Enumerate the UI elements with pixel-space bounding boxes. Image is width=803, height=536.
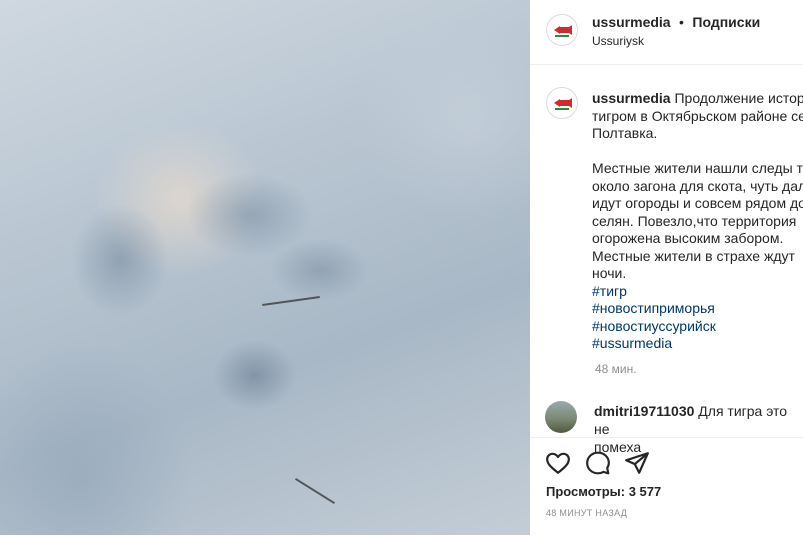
view-count: Просмотры: 3 577 [546,484,662,499]
follow-button[interactable]: Подписки [692,14,760,30]
posted-timestamp[interactable]: 48 МИНУТ НАЗАД [546,508,627,518]
caption-line: около загона для скота, чуть дал [592,177,803,194]
caption-line: селян. Повезло,что территория [592,212,797,229]
caption-line: Полтавка. [592,125,658,141]
caption-timestamp[interactable]: 48 мин. [595,362,637,376]
comment-avatar[interactable] [545,401,577,433]
caption-text: Продолжение истори [674,90,803,106]
post-photo[interactable] [0,0,530,535]
twig [294,477,336,505]
caption-line: ночи. [592,265,627,281]
hashtag-link[interactable]: #новостиприморья [592,300,803,318]
hashtag-link[interactable]: #новостиуссурийск [592,318,803,336]
caption-line: идут огороды и совсем рядом до [592,195,803,211]
caption-line: ussurmedia Продолжение истори [592,90,803,108]
share-button[interactable] [624,450,650,476]
comment-username[interactable]: dmitri19711030 [594,403,694,419]
post-header: ussurmedia • Подписки Ussuriysk [530,0,803,65]
twig [262,295,320,307]
caption-gap [592,143,803,161]
caption-line: тигром в Октябрьском районе се [592,107,803,124]
like-button[interactable] [545,450,571,476]
caption-line: Местные жители в страхе ждут [592,247,795,264]
share-icon [625,452,649,474]
caption-username[interactable]: ussurmedia [592,90,671,106]
header-title: ussurmedia • Подписки [592,14,760,32]
hashtag-link[interactable]: #ussurmedia [592,335,803,353]
logo-icon [551,19,573,41]
username-link[interactable]: ussurmedia [592,14,671,30]
caption-line: огорожена высоким забором. [592,230,784,246]
hashtag-link[interactable]: #тигр [592,283,803,301]
post-caption: ussurmedia Продолжение истори тигром в О… [592,90,803,353]
separator-dot: • [679,14,684,30]
location-link[interactable]: Ussuriysk [592,34,644,48]
caption-line: Местные жители нашли следы ти [592,160,803,176]
caption-avatar[interactable] [546,87,578,119]
post-actions: Просмотры: 3 577 48 МИНУТ НАЗАД [530,437,803,536]
logo-icon [551,92,573,114]
post-side-panel: ussurmedia • Подписки Ussuriysk ussurmed… [530,0,803,535]
comment-button[interactable] [585,450,611,476]
comment-icon [586,451,610,475]
avatar[interactable] [546,14,578,46]
like-icon [546,452,570,474]
